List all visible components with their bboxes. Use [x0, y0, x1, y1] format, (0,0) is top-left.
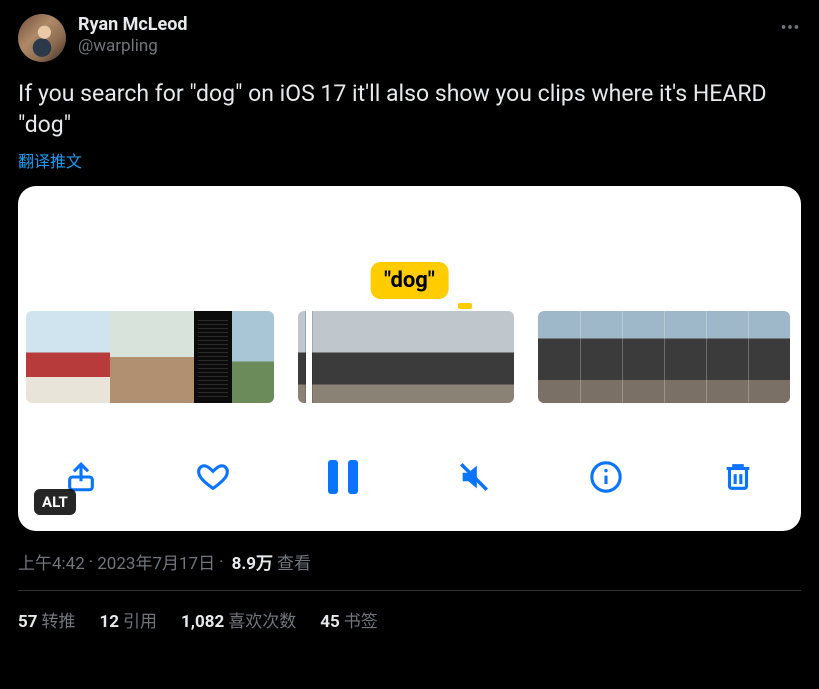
- avatar[interactable]: [18, 14, 66, 62]
- stat-count: 12: [100, 612, 120, 632]
- author-display-name: Ryan McLeod: [78, 14, 188, 36]
- tweet-text: If you search for "dog" on iOS 17 it'll …: [18, 78, 801, 140]
- stat-label: 书签: [344, 612, 378, 632]
- meta-separator: ·: [219, 552, 223, 572]
- clip-group[interactable]: [298, 311, 514, 403]
- media-preview-top: "dog": [18, 186, 801, 311]
- meta-separator: ·: [89, 552, 93, 572]
- stat-count: 45: [320, 612, 340, 632]
- video-timeline[interactable]: [18, 311, 801, 403]
- stat-label: 引用: [123, 612, 157, 632]
- pause-button[interactable]: [328, 460, 358, 494]
- clip-frame: [68, 311, 110, 403]
- info-icon: [589, 460, 623, 494]
- clip-frame: [580, 311, 622, 403]
- clip-frame: [26, 311, 68, 403]
- stat-bookmarks[interactable]: 45书签: [320, 607, 378, 632]
- media-toolbar: [18, 435, 801, 531]
- translate-link[interactable]: 翻译推文: [18, 148, 801, 172]
- more-icon: [779, 16, 801, 38]
- tweet-stats: 57转推 12引用 1,082喜欢次数 45书签: [18, 591, 801, 632]
- tweet-date[interactable]: 2023年7月17日: [97, 549, 215, 574]
- pause-icon: [328, 460, 358, 494]
- clip-group[interactable]: [26, 311, 274, 403]
- media-attachment[interactable]: "dog": [18, 186, 801, 531]
- clip-frame: [538, 311, 580, 403]
- stat-count: 1,082: [181, 612, 224, 632]
- clip-group[interactable]: [538, 311, 790, 403]
- stat-label: 喜欢次数: [228, 612, 296, 632]
- views-count: 8.9万: [232, 549, 273, 574]
- stat-quotes[interactable]: 12引用: [100, 607, 158, 632]
- tweet-container: Ryan McLeod @warpling If you search for …: [0, 0, 819, 632]
- clip-frame: [110, 311, 152, 403]
- search-term-bubble: "dog": [370, 262, 449, 299]
- delete-button[interactable]: [721, 460, 755, 494]
- mute-icon: [457, 460, 491, 494]
- clip-frame: [194, 311, 232, 403]
- info-button[interactable]: [589, 460, 623, 494]
- clip-frame: [460, 311, 514, 403]
- clip-frame: [748, 311, 790, 403]
- clip-frame: [152, 311, 194, 403]
- clip-frame: [406, 311, 460, 403]
- clip-frame: [622, 311, 664, 403]
- heart-icon: [196, 460, 230, 494]
- stat-count: 57: [18, 612, 38, 632]
- tweet-time[interactable]: 上午4:42: [18, 549, 85, 574]
- stat-retweets[interactable]: 57转推: [18, 607, 76, 632]
- clip-frame: [664, 311, 706, 403]
- timeline-marker-icon: [458, 303, 472, 309]
- author-block[interactable]: Ryan McLeod @warpling: [78, 14, 188, 56]
- stat-likes[interactable]: 1,082喜欢次数: [181, 607, 296, 632]
- tweet-header: Ryan McLeod @warpling: [18, 14, 801, 62]
- clip-frame: [706, 311, 748, 403]
- more-button[interactable]: [779, 14, 801, 38]
- tweet-meta: 上午4:42 · 2023年7月17日 · 8.9万 查看: [18, 549, 801, 574]
- mute-button[interactable]: [457, 460, 491, 494]
- like-button[interactable]: [196, 460, 230, 494]
- playhead-icon[interactable]: [306, 311, 312, 403]
- clip-frame: [232, 311, 274, 403]
- trash-icon: [721, 460, 755, 494]
- alt-badge[interactable]: ALT: [34, 489, 76, 515]
- views-label: 查看: [277, 549, 311, 574]
- clip-frame: [352, 311, 406, 403]
- stat-label: 转推: [42, 612, 76, 632]
- author-handle: @warpling: [78, 36, 188, 56]
